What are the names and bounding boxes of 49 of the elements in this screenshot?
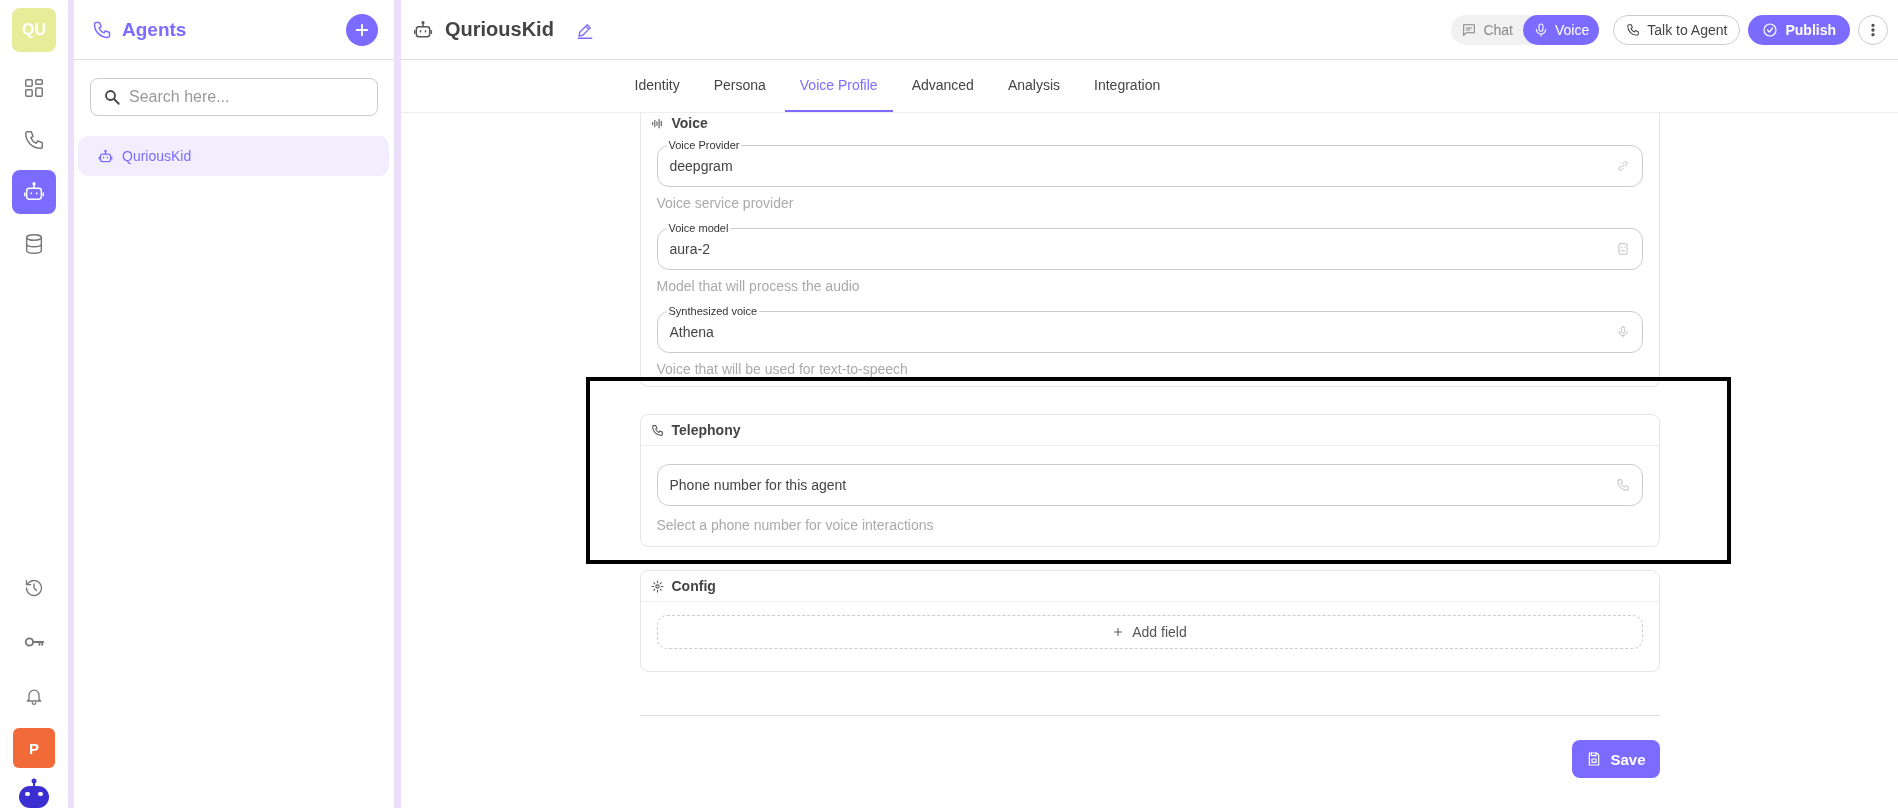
search-icon [103,88,121,106]
phone-icon [1615,478,1630,492]
gear-icon [650,579,664,593]
save-button[interactable]: Save [1572,740,1660,778]
select-field[interactable]: Voice model aura-2 [656,220,1643,270]
robot-logo-icon [17,778,51,808]
document-icon [1615,242,1630,256]
select-field[interactable]: Voice Provider deepgram [656,137,1643,187]
helper-text: Voice service provider [656,193,795,213]
phone-icon [23,129,45,151]
helper-text: Voice that will be used for text-to-speech [656,359,909,379]
robot-icon [413,19,433,40]
section-title: Voice [671,115,708,131]
tab[interactable]: Persona [698,60,781,112]
history-icon [24,578,44,598]
add-field-button[interactable]: Add field [656,615,1643,649]
microphone-icon [1533,21,1549,38]
talk-to-agent-button[interactable]: Talk to Agent [1613,14,1741,45]
link-icon [1615,159,1630,173]
microphone-icon [1615,325,1630,339]
section-title: Config [671,578,716,594]
agent-title: QuriousKid [445,18,554,41]
select-field[interactable]: Phone number for this agent [656,464,1643,506]
dashboard-icon [23,77,45,99]
tab[interactable]: Analysis [992,60,1076,112]
helper-text: Model that will process the audio [656,276,861,296]
publish-button[interactable]: Publish [1748,14,1850,45]
agent-item[interactable]: QuriousKid [78,136,389,176]
phone-icon [1626,22,1641,37]
check-circle-icon [1762,21,1779,38]
more-button[interactable] [1858,14,1888,45]
panel-title: Agents [122,18,188,41]
phone-icon [92,19,112,40]
section-title: Telephony [671,422,741,438]
robot-icon [23,181,45,203]
tab[interactable]: Integration [1079,60,1176,112]
tab[interactable]: Advanced [896,60,989,112]
mode-toggle-option[interactable]: Voice [1523,14,1600,45]
waveform-icon [650,116,664,130]
chat-icon [1461,21,1478,38]
tab[interactable]: Identity [619,60,695,112]
select-field[interactable]: Synthesized voice Athena [656,303,1643,353]
helper-text: Select a phone number for voice interactions [656,516,935,535]
add-agent-button[interactable] [346,13,378,46]
robot-icon [98,148,113,164]
database-icon [23,233,45,255]
phone-icon [650,423,664,437]
nav-button[interactable] [12,170,56,214]
plus-icon [1112,626,1125,638]
